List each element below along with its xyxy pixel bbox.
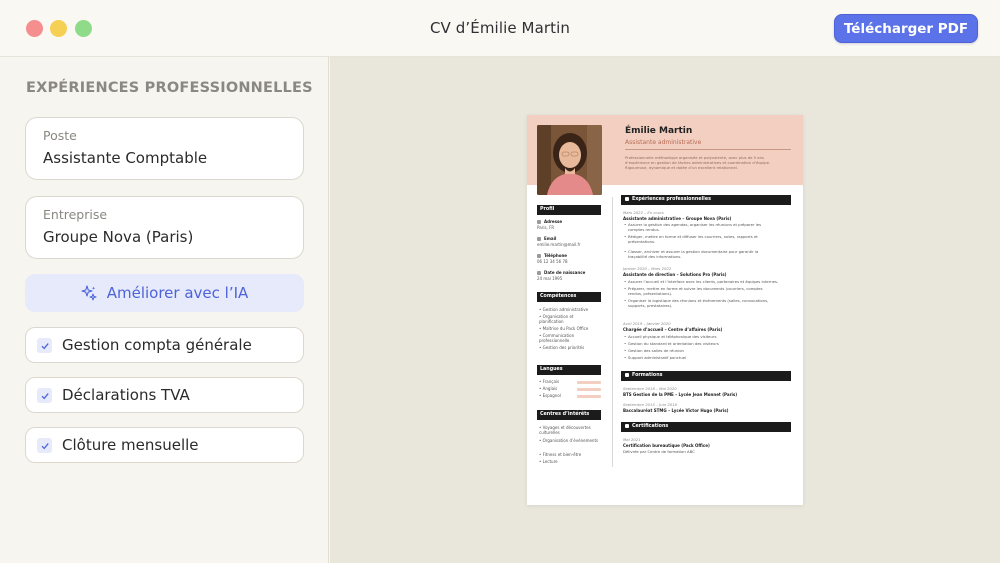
skill-item: • Gestion administrative: [539, 307, 589, 312]
interest-item: • Voyages et découvertes culturelles: [539, 425, 591, 435]
phone-value: 06 12 34 56 78: [537, 259, 568, 264]
language-item: • Français: [539, 379, 560, 384]
cv-summary-line: Rigoureuse, dynamique et dotée d’un exce…: [625, 165, 738, 170]
job-bullet: Gestion des salles de réunion: [624, 348, 684, 353]
graduation-cap-icon: [625, 372, 629, 377]
job-title: Assistante de direction – Solutions Pro …: [623, 272, 727, 277]
cv-document: Émilie Martin Assistante administrative …: [527, 115, 803, 505]
entreprise-field[interactable]: Entreprise Groupe Nova (Paris): [25, 196, 304, 259]
task-label: Clôture mensuelle: [62, 436, 199, 454]
cv-name: Émilie Martin: [625, 126, 693, 136]
sparkle-icon: [81, 285, 97, 301]
interest-item: • Lecture: [539, 459, 558, 464]
checkbox[interactable]: [37, 438, 52, 453]
languages-heading: Langues: [537, 365, 601, 375]
award-icon: [625, 423, 629, 428]
profile-heading: Profil: [537, 205, 601, 215]
interests-heading: Centres d’intérêts: [537, 410, 601, 420]
mail-icon: [537, 237, 541, 241]
email-value: emilie.martin@mail.fr: [537, 242, 581, 247]
education-heading: Formations: [621, 371, 791, 381]
interest-item: • Fitness et bien-être: [539, 452, 582, 457]
address-label: Adresse: [544, 219, 563, 224]
education-date: Septembre 2015 – Juin 2018: [623, 402, 678, 407]
header-rule: [625, 149, 791, 150]
editor-panel: EXPÉRIENCES PROFESSIONNELLES Poste Assis…: [0, 57, 329, 563]
phone-label: Téléphone: [544, 253, 568, 258]
poste-field[interactable]: Poste Assistante Comptable: [25, 117, 304, 180]
check-icon: [41, 442, 49, 449]
skill-item: • Organisation et planification: [539, 314, 574, 324]
app-window: CV d’Émilie Martin Télécharger PDF EXPÉR…: [0, 0, 1000, 563]
job-bullet-cont: présentations.: [628, 239, 656, 244]
skill-item: • Gestion des priorités: [539, 345, 585, 350]
birth-value: 24 mai 1995: [537, 276, 563, 281]
title-bar: CV d’Émilie Martin Télécharger PDF: [0, 0, 1000, 57]
task-item[interactable]: Déclarations TVA: [25, 377, 304, 413]
checkbox[interactable]: [37, 338, 52, 353]
job-title: Assistante administrative – Groupe Nova …: [623, 216, 732, 221]
experience-heading: Expériences professionnelles: [621, 195, 791, 205]
checkbox[interactable]: [37, 388, 52, 403]
section-title: EXPÉRIENCES PROFESSIONNELLES: [26, 80, 313, 96]
poste-input[interactable]: Assistante Comptable: [43, 149, 207, 167]
education-date: Septembre 2018 – Mai 2020: [623, 386, 677, 391]
job-date: Mars 2022 – En cours: [623, 210, 664, 215]
language-level-bar: [577, 395, 601, 398]
entreprise-label: Entreprise: [43, 207, 108, 222]
location-icon: [537, 220, 541, 224]
language-item: • Anglais: [539, 386, 558, 391]
skills-heading: Compétences: [537, 292, 601, 302]
cv-role: Assistante administrative: [625, 139, 702, 146]
download-pdf-button[interactable]: Télécharger PDF: [834, 14, 978, 43]
poste-label: Poste: [43, 128, 77, 143]
interest-item: • Organisation d’événements: [539, 438, 599, 443]
column-divider: [612, 197, 613, 467]
task-label: Gestion compta générale: [62, 336, 252, 354]
cv-preview-area: Émilie Martin Assistante administrative …: [330, 57, 1000, 563]
email-label: Email: [544, 236, 557, 241]
job-bullet: Support administratif ponctuel: [624, 355, 686, 360]
briefcase-icon: [625, 196, 629, 201]
entreprise-input[interactable]: Groupe Nova (Paris): [43, 228, 193, 246]
job-bullet-cont: traçabilité des informations.: [628, 254, 682, 259]
job-bullet-cont: rendus, présentations).: [628, 291, 673, 296]
language-level-bar: [577, 381, 601, 384]
job-bullet-cont: comptes rendus.: [628, 227, 660, 232]
certification-title: Certification bureautique (Pack Office): [623, 443, 710, 448]
birth-label: Date de naissance: [544, 270, 586, 275]
education-title: Baccalauréat STMG – Lycée Victor Hugo (P…: [623, 408, 729, 413]
skill-item: • Communication professionnelle: [539, 333, 575, 343]
job-bullet: Assurer l’accueil et l’interface avec le…: [624, 279, 778, 284]
improve-with-ai-button[interactable]: Améliorer avec l’IA: [25, 274, 304, 312]
certification-org: Délivrée par Centre de formation ABC: [623, 449, 695, 454]
job-bullet: Accueil physique et téléphonique des vis…: [624, 334, 716, 339]
language-item: • Espagnol: [539, 393, 561, 398]
address-value: Paris, FR: [537, 225, 555, 230]
calendar-icon: [537, 271, 541, 275]
certifications-heading: Certifications: [621, 422, 791, 432]
phone-icon: [537, 254, 541, 258]
task-item[interactable]: Gestion compta générale: [25, 327, 304, 363]
certification-date: Mai 2021: [623, 437, 641, 442]
job-bullet: Gestion du standard et orientation des v…: [624, 341, 719, 346]
profile-photo: [537, 125, 602, 195]
ai-button-label: Améliorer avec l’IA: [106, 284, 249, 302]
task-label: Déclarations TVA: [62, 386, 190, 404]
job-date: Avril 2019 – Janvier 2020: [623, 321, 671, 326]
education-title: BTS Gestion de la PME – Lycée Jean Monne…: [623, 392, 738, 397]
language-level-bar: [577, 388, 601, 391]
task-item[interactable]: Clôture mensuelle: [25, 427, 304, 463]
job-date: Janvier 2020 – Mars 2022: [623, 266, 672, 271]
check-icon: [41, 342, 49, 349]
job-bullet-cont: supports, prestataires).: [628, 303, 673, 308]
job-title: Chargée d’accueil – Centre d’affaires (P…: [623, 327, 723, 332]
skill-item: • Maîtrise du Pack Office: [539, 326, 589, 331]
check-icon: [41, 392, 49, 399]
